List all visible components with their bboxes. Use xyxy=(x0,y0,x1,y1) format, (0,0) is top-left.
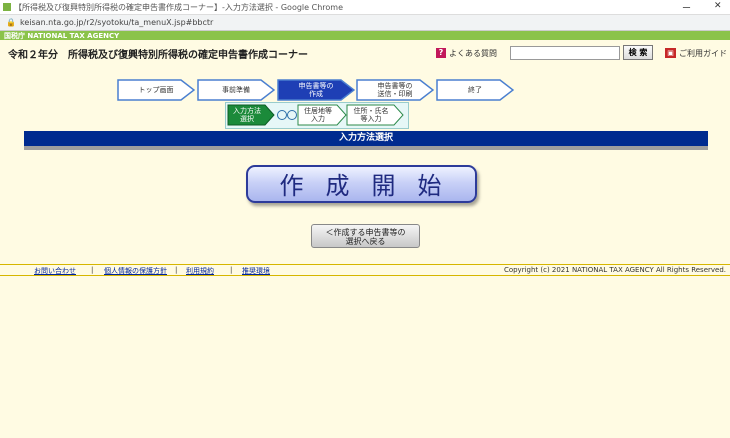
back-to-selection-button[interactable]: ＜作成する申告書等の 選択へ戻る xyxy=(311,224,420,248)
substep-input-method: 入力方法 選択 xyxy=(227,104,275,126)
section-divider xyxy=(24,146,708,150)
favicon-icon xyxy=(3,3,11,11)
step-label: トップ画面 xyxy=(138,86,174,94)
step-end: 終了 xyxy=(436,79,514,101)
guide-link[interactable]: ご利用ガイド xyxy=(679,48,727,59)
agency-bar: 国税庁 NATIONAL TAX AGENCY xyxy=(0,31,730,40)
section-title: 入力方法選択 xyxy=(24,131,708,146)
address-bar[interactable]: 🔒 keisan.nta.go.jp/r2/syotoku/ta_menuX.j… xyxy=(0,15,730,31)
search-input[interactable] xyxy=(510,46,620,60)
page-header: 令和２年分 所得税及び復興特別所得税の確定申告書作成コーナー ? よくある質問 … xyxy=(0,40,730,66)
substep-residence: 住居地等 入力 xyxy=(297,104,347,126)
browser-title-bar: 【所得税及び復興特別所得税の確定申告書作成コーナー】-入力方法選択 - Goog… xyxy=(0,0,730,15)
substep-dot xyxy=(277,110,287,120)
step-top: トップ画面 xyxy=(117,79,195,101)
substep-label: 入力方法 選択 xyxy=(233,107,261,123)
guide-icon[interactable]: ▣ xyxy=(665,48,676,58)
footer: お問い合わせ | 個人情報の保護方針 | 利用規約 | 推奨環境 Copyrig… xyxy=(0,265,730,275)
step-label: 事前準備 xyxy=(222,86,250,94)
window-title: 【所得税及び復興特別所得税の確定申告書作成コーナー】-入力方法選択 - Goog… xyxy=(14,3,343,12)
footer-separator: | xyxy=(91,266,94,274)
step-label: 終了 xyxy=(468,86,482,94)
substep-address-name: 住所・氏名 等入力 xyxy=(346,104,404,126)
url-text[interactable]: keisan.nta.go.jp/r2/syotoku/ta_menuX.jsp… xyxy=(20,18,213,27)
footer-divider xyxy=(0,275,730,276)
page-title: 令和２年分 所得税及び復興特別所得税の確定申告書作成コーナー xyxy=(8,50,308,61)
minimize-icon[interactable]: ー xyxy=(682,1,691,14)
lock-icon: 🔒 xyxy=(6,18,16,27)
footer-separator: | xyxy=(230,266,233,274)
question-icon[interactable]: ? xyxy=(436,48,446,58)
copyright-text: Copyright (c) 2021 NATIONAL TAX AGENCY A… xyxy=(503,266,726,274)
step-send-print: 申告書等の 送信・印刷 xyxy=(356,79,434,101)
step-label: 申告書等の 作成 xyxy=(298,82,334,98)
start-creation-button[interactable]: 作成開始 xyxy=(246,165,477,203)
close-icon[interactable]: ✕ xyxy=(714,1,722,11)
substep-label: 住所・氏名 等入力 xyxy=(353,107,389,123)
step-preparation: 事前準備 xyxy=(197,79,275,101)
substep-dot xyxy=(287,110,297,120)
footer-separator: | xyxy=(175,266,178,274)
substep-label: 住居地等 入力 xyxy=(304,107,332,123)
step-create: 申告書等の 作成 xyxy=(277,79,355,101)
search-button[interactable]: 検 索 xyxy=(623,45,653,60)
faq-link[interactable]: よくある質問 xyxy=(449,48,497,59)
step-label: 申告書等の 送信・印刷 xyxy=(377,82,413,98)
